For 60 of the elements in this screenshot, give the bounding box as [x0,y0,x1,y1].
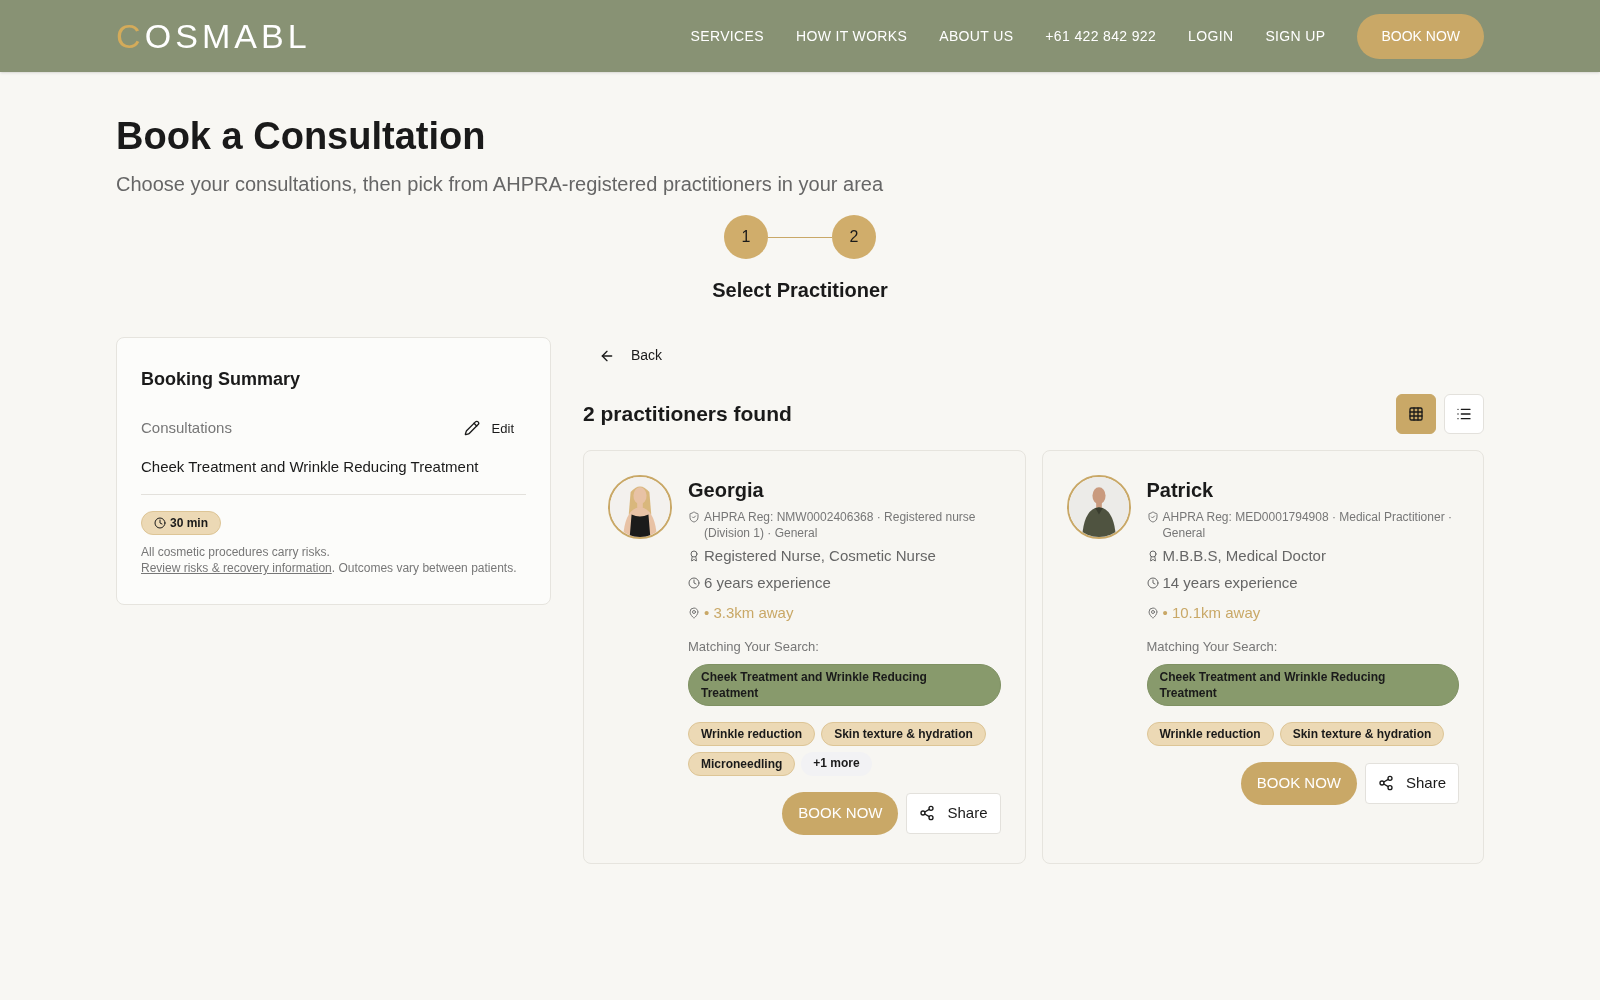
registration-info: AHPRA Reg: NMW0002406368 · Registered nurse (Division 1) · General [704,509,977,541]
clock-icon [1146,576,1159,589]
registration-info: AHPRA Reg: MED0001794908 · Medical Practitioner · General [1162,509,1453,541]
award-icon [1146,550,1159,563]
award-icon [688,550,700,563]
matching-treatment-tag: Cheek Treatment and Wrinkle Reducing Treatment [688,664,1001,706]
risk-info-link[interactable]: Review risks & recovery information [141,561,332,575]
matching-label: Matching Your Search: [1146,637,1279,656]
practitioner-name: Patrick [1146,478,1215,503]
qualifications: Registered Nurse, Cosmetic Nurse [704,546,936,566]
matching-label: Matching Your Search: [688,637,820,656]
clock-icon [154,517,166,529]
qualifications: M.B.B.S, Medical Doctor [1162,546,1326,566]
book-now-button[interactable]: BOOK NOW [1240,762,1357,805]
back-button[interactable]: Back [583,337,679,374]
nav-link[interactable]: SIGN UP [1265,25,1326,47]
share-icon [919,805,936,822]
practitioner-name: Georgia [688,478,765,503]
list-view-button[interactable] [1444,394,1484,434]
section-label: Consultations [141,418,232,438]
experience: 14 years experience [1162,572,1298,593]
shield-check-icon [688,511,700,523]
clock-icon [688,576,700,589]
book-now-button[interactable]: BOOK NOW [1357,13,1484,59]
experience: 6 years experience [704,572,831,593]
consultation-item: Cheek Treatment and Wrinkle Reducing Treatment [141,455,526,495]
more-tags[interactable]: +1 more [801,752,872,776]
shield-check-icon [1146,511,1159,523]
nav-link[interactable]: SERVICES [690,25,764,47]
grid-icon [1408,406,1424,422]
distance: • 3.3km away [704,603,794,623]
page-title: Book a Consultation [116,114,487,159]
location-pin-icon [688,607,700,620]
grid-view-button[interactable] [1396,394,1436,434]
step-caption: Select Practitioner [712,278,888,303]
page-subtitle: Choose your consultations, then pick from AHPRA-registered practitioners in your area [116,172,885,197]
nav-link[interactable]: ABOUT US [939,25,1014,47]
location-pin-icon [1146,607,1159,620]
concern-tag: Wrinkle reduction [1146,722,1274,746]
summary-title: Booking Summary [141,368,302,391]
pencil-icon [463,420,480,437]
concern-tag: Wrinkle reduction [688,722,816,746]
matching-treatment-tag: Cheek Treatment and Wrinkle Reducing Treatment [1146,664,1459,706]
logo[interactable]: COSMABL [116,10,311,62]
results-count: 2 practitioners found [583,401,792,428]
risk-notice: All cosmetic procedures carry risks. Review risks & recovery information. Outcomes vary between patients. [141,544,518,576]
concern-tag: Skin texture & hydration [821,722,986,746]
share-button[interactable]: Share [906,793,1001,834]
duration-badge: 30 min [141,511,221,535]
share-button[interactable]: Share [1364,763,1459,804]
concern-tag: Microneedling [688,752,796,776]
share-icon [1377,775,1394,792]
nav-link[interactable]: +61 422 842 922 [1045,25,1157,47]
nav-link[interactable]: HOW IT WORKS [795,25,908,47]
edit-button[interactable]: Edit [451,418,526,438]
book-now-button[interactable]: BOOK NOW [782,792,899,835]
nav-link[interactable]: LOGIN [1188,25,1234,47]
concern-tag: Skin texture & hydration [1279,722,1445,746]
distance: • 10.1km away [1162,603,1261,623]
list-icon [1456,406,1472,422]
